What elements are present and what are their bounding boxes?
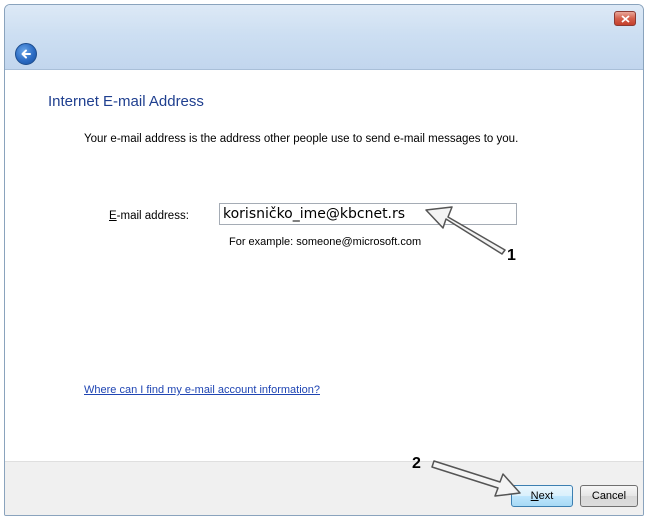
annotation-marker-2: 2 — [412, 455, 421, 472]
email-label-text: -mail address: — [116, 210, 189, 222]
email-label-accesskey: E — [109, 210, 117, 222]
content-panel: Internet E-mail Address Your e-mail addr… — [5, 70, 643, 460]
page-title: Internet E-mail Address — [48, 93, 204, 110]
email-field[interactable]: korisničko_ime@kbcnet.rs — [219, 203, 517, 225]
email-label: E-mail address: — [109, 210, 189, 222]
close-button[interactable] — [614, 11, 636, 26]
next-accesskey: N — [530, 490, 539, 502]
back-arrow-icon — [21, 49, 31, 59]
button-bar: Next Cancel — [5, 461, 643, 515]
annotation-marker-1: 1 — [507, 247, 516, 264]
title-bar — [5, 5, 643, 70]
close-icon — [621, 15, 630, 23]
back-button[interactable] — [15, 43, 37, 65]
example-hint: For example: someone@microsoft.com — [229, 236, 422, 248]
next-label: ext — [538, 490, 554, 502]
next-button[interactable]: Next — [511, 485, 573, 507]
account-info-help-link[interactable]: Where can I find my e-mail account infor… — [84, 384, 320, 396]
cancel-button[interactable]: Cancel — [580, 485, 638, 507]
wizard-window: Internet E-mail Address Your e-mail addr… — [4, 4, 644, 516]
description-text: Your e-mail address is the address other… — [84, 133, 519, 145]
